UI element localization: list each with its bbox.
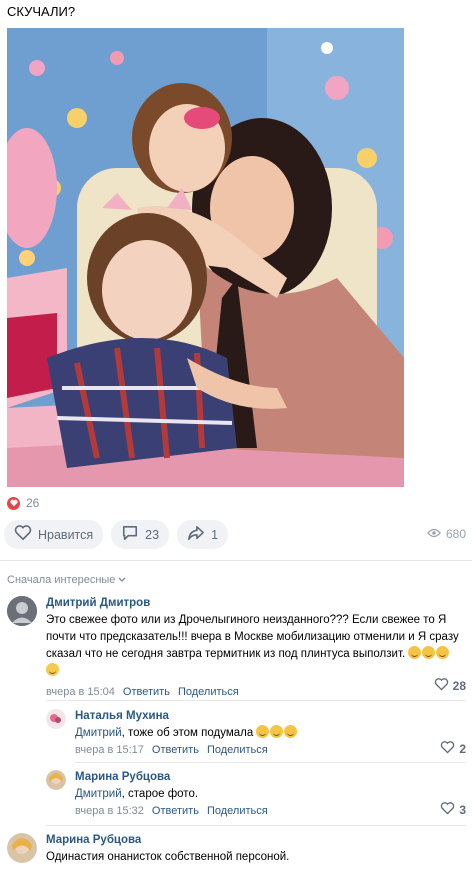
comments-count: 23 [145,527,160,542]
avatar[interactable] [46,709,66,729]
laughing-emoji-icon [408,646,422,659]
sort-label: Сначала интересные [7,574,116,586]
comment-text: Дмитрий, старое фото. [75,786,455,803]
heart-outline-icon [434,678,449,694]
reply-button[interactable]: Ответить [152,744,199,756]
post-photo[interactable] [7,28,404,487]
laughing-emoji-icon [422,646,436,659]
heart-outline-icon [440,741,455,757]
comment-icon [121,525,139,544]
share-comment-button[interactable]: Поделиться [207,744,268,756]
comment-divider [75,762,466,763]
comment-author[interactable]: Марина Рубцова [75,771,455,783]
laughing-emoji-icon [270,725,284,738]
comment-likes-count: 3 [459,803,466,817]
laughing-emoji-icon [256,725,270,738]
comment-body: Это свежее фото или из Дрочелыгиного неи… [46,614,459,660]
comment-like-button[interactable]: 3 [440,802,466,818]
mention-link[interactable]: Дмитрий [75,788,122,800]
comment-time[interactable]: вчера в 15:04 [46,686,115,698]
heart-outline-icon [440,802,455,818]
comment-time[interactable]: вчера в 15:32 [75,805,144,817]
post-actions: Нравится 23 1 [4,520,229,549]
comment-meta: вчера в 15:32 Ответить Поделиться [75,805,455,817]
share-icon [187,525,205,544]
comment-author[interactable]: Наталья Мухина [75,710,455,722]
comment-text: Это свежее фото или из Дрочелыгиного неи… [46,612,464,680]
post-title: СКУЧАЛИ? [7,4,76,19]
reactions-summary[interactable]: 26 [7,496,39,510]
laughing-emoji-icon [284,725,298,738]
heart-icon [7,496,20,510]
reply-button[interactable]: Ответить [123,686,170,698]
divider [0,560,472,561]
comments-button[interactable]: 23 [111,520,170,549]
reply-button[interactable]: Ответить [152,805,199,817]
avatar[interactable] [7,596,37,626]
share-comment-button[interactable]: Поделиться [178,686,239,698]
comment-meta: вчера в 15:04 Ответить Поделиться [46,686,464,698]
comment-time[interactable]: вчера в 15:17 [75,744,144,756]
avatar[interactable] [7,833,37,863]
comment-meta: вчера в 15:17 Ответить Поделиться [75,744,455,756]
comments-sort-dropdown[interactable]: Сначала интересные [7,574,126,586]
comment-author[interactable]: Дмитрий Дмитров [46,597,464,609]
chevron-down-icon [118,574,126,586]
laughing-emoji-icon [436,646,450,659]
comment-text: Дмитрий, тоже об этом подумала [75,725,455,742]
comment-likes-count: 28 [452,679,466,693]
views-count: 680 [445,527,466,541]
avatar[interactable] [46,770,66,790]
eye-icon [426,527,441,541]
comment-likes-count: 2 [459,742,466,756]
share-comment-button[interactable]: Поделиться [207,805,268,817]
comment-author[interactable]: Марина Рубцова [46,834,464,846]
like-label: Нравится [38,527,94,542]
person-emoji-icon [46,663,59,676]
comment-like-button[interactable]: 28 [434,678,466,694]
comment-divider [46,700,466,701]
comment-body: , старое фото. [121,788,199,800]
comment-body: , тоже об этом подумала [121,727,254,739]
comment-like-button[interactable]: 2 [440,741,466,757]
share-button[interactable]: 1 [177,520,229,549]
shares-count: 1 [211,527,219,542]
like-button[interactable]: Нравится [4,520,104,549]
mention-link[interactable]: Дмитрий [75,727,122,739]
comment-divider [46,825,466,826]
views-counter: 680 [426,527,466,541]
heart-outline-icon [14,525,32,544]
comment-text: Одинастия онанисток собственной персоной… [46,851,290,863]
reactions-count: 26 [26,496,40,510]
